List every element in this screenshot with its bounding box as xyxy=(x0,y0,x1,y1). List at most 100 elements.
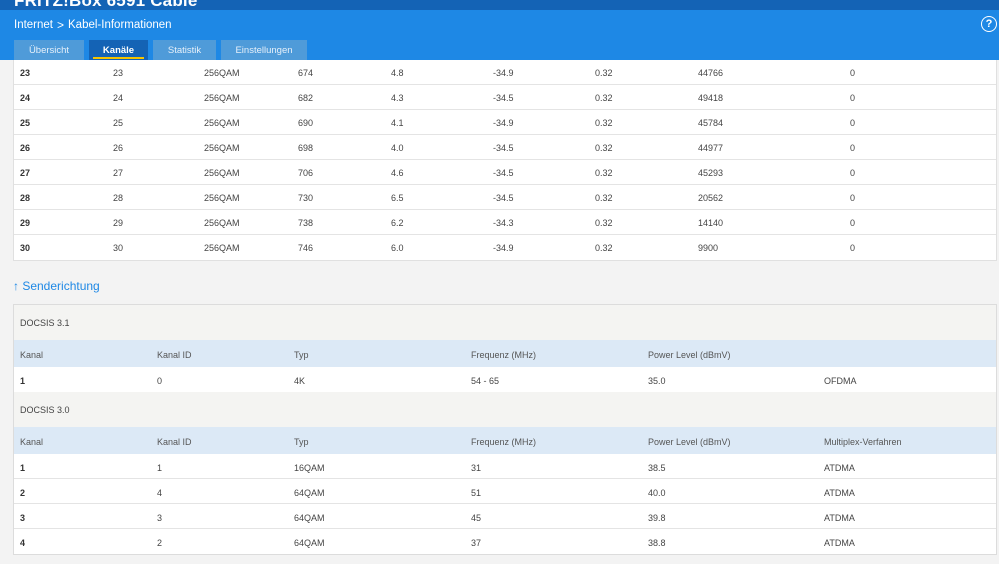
cell-frequency: 730 xyxy=(298,193,314,203)
cell-frequenz: 37 xyxy=(471,538,482,548)
cell-frequency: 746 xyxy=(298,243,314,253)
cell-frequenz: 45 xyxy=(471,513,482,523)
cell-power-level: 35.0 xyxy=(648,376,666,386)
tab-statistik[interactable]: Statistik xyxy=(153,40,216,60)
cell-uncorrected-errors: 0 xyxy=(850,93,856,103)
table-row: 24 24 256QAM 682 4.3 -34.5 0.32 49418 0 xyxy=(14,85,996,110)
cell-typ: 64QAM xyxy=(294,538,325,548)
table-row: 1 0 4K 54 - 65 35.0 OFDMA xyxy=(14,367,996,392)
cell-mse: -34.5 xyxy=(493,193,514,203)
cell-power-level: 4.0 xyxy=(391,143,404,153)
cell-corrected-errors: 44977 xyxy=(698,143,724,153)
cell-modulation: 256QAM xyxy=(204,93,240,103)
cell-mse: -34.9 xyxy=(493,118,514,128)
cell-typ: 16QAM xyxy=(294,463,325,473)
cell-corrected-errors: 49418 xyxy=(698,93,724,103)
cell-kanal-id: 26 xyxy=(113,143,124,153)
cell-frequenz: 51 xyxy=(471,488,482,498)
header-kanal-id: Kanal ID xyxy=(157,350,192,360)
cell-power-level: 4.8 xyxy=(391,68,404,78)
cell-modulation: 256QAM xyxy=(204,243,240,253)
cell-latency: 0.32 xyxy=(595,193,613,203)
cell-kanal-id: 4 xyxy=(157,488,163,498)
cell-uncorrected-errors: 0 xyxy=(850,143,856,153)
cell-kanal-id: 25 xyxy=(113,118,124,128)
cell-kanal-id: 29 xyxy=(113,218,124,228)
cell-multiplex: OFDMA xyxy=(824,376,857,386)
cell-kanal: 3 xyxy=(20,513,26,523)
cell-frequency: 706 xyxy=(298,168,314,178)
chevron-right-icon: > xyxy=(57,18,65,32)
cell-typ: 64QAM xyxy=(294,488,325,498)
cell-power-level: 4.6 xyxy=(391,168,404,178)
header-power-level: Power Level (dBmV) xyxy=(648,350,731,360)
cell-kanal: 28 xyxy=(20,193,31,203)
brand-title: FRITZ!Box 6591 Cable xyxy=(14,0,198,10)
table-header: Kanal Kanal ID Typ Frequenz (MHz) Power … xyxy=(14,340,996,367)
cell-multiplex: ATDMA xyxy=(824,488,855,498)
cell-multiplex: ATDMA xyxy=(824,538,855,548)
table-row: 25 25 256QAM 690 4.1 -34.9 0.32 45784 0 xyxy=(14,110,996,135)
cell-kanal-id: 28 xyxy=(113,193,124,203)
header-kanal: Kanal xyxy=(20,350,44,360)
tab-kanaele[interactable]: Kanäle xyxy=(89,40,148,60)
cell-mse: -34.9 xyxy=(493,68,514,78)
cell-corrected-errors: 45293 xyxy=(698,168,724,178)
breadcrumb-parent[interactable]: Internet xyxy=(14,19,53,31)
cell-power-level: 4.1 xyxy=(391,118,404,128)
cell-mse: -34.9 xyxy=(493,243,514,253)
table-row: 3 3 64QAM 45 39.8 ATDMA xyxy=(14,504,996,529)
cell-uncorrected-errors: 0 xyxy=(850,193,856,203)
cell-latency: 0.32 xyxy=(595,243,613,253)
cell-kanal: 4 xyxy=(20,538,26,548)
cell-kanal-id: 3 xyxy=(157,513,163,523)
cell-corrected-errors: 20562 xyxy=(698,193,724,203)
cell-power-level: 6.0 xyxy=(391,243,404,253)
breadcrumb-current: Kabel-Informationen xyxy=(68,19,172,31)
header-typ: Typ xyxy=(294,350,309,360)
cell-kanal-id: 23 xyxy=(113,68,124,78)
cell-kanal-id: 2 xyxy=(157,538,163,548)
cell-kanal: 26 xyxy=(20,143,31,153)
cell-mse: -34.3 xyxy=(493,218,514,228)
cell-modulation: 256QAM xyxy=(204,68,240,78)
cell-latency: 0.32 xyxy=(595,118,613,128)
table-row: 26 26 256QAM 698 4.0 -34.5 0.32 44977 0 xyxy=(14,135,996,160)
cell-power-level: 4.3 xyxy=(391,93,404,103)
cell-kanal: 1 xyxy=(20,463,26,473)
cell-corrected-errors: 45784 xyxy=(698,118,724,128)
table-row: 28 28 256QAM 730 6.5 -34.5 0.32 20562 0 xyxy=(14,185,996,210)
header-multiplex: Multiplex-Verfahren xyxy=(824,437,902,447)
breadcrumb: Internet > Kabel-Informationen xyxy=(14,18,172,32)
cell-frequency: 738 xyxy=(298,218,314,228)
cell-kanal-id: 0 xyxy=(157,376,163,386)
table-row: 27 27 256QAM 706 4.6 -34.5 0.32 45293 0 xyxy=(14,160,996,185)
tab-bar: Übersicht Kanäle Statistik Einstellungen xyxy=(14,40,307,60)
cell-power-level: 38.5 xyxy=(648,463,666,473)
tab-einstellungen[interactable]: Einstellungen xyxy=(221,40,307,60)
cell-multiplex: ATDMA xyxy=(824,513,855,523)
cell-modulation: 256QAM xyxy=(204,218,240,228)
cell-mse: -34.5 xyxy=(493,143,514,153)
cell-mse: -34.5 xyxy=(493,93,514,103)
header-power-level: Power Level (dBmV) xyxy=(648,437,731,447)
top-brand-bar: FRITZ!Box 6591 Cable xyxy=(0,0,999,10)
tab-uebersicht[interactable]: Übersicht xyxy=(14,40,84,60)
cell-power-level: 40.0 xyxy=(648,488,666,498)
help-icon[interactable]: ? xyxy=(981,16,997,32)
cell-uncorrected-errors: 0 xyxy=(850,218,856,228)
cell-power-level: 6.5 xyxy=(391,193,404,203)
header-kanal: Kanal xyxy=(20,437,44,447)
cell-power-level: 38.8 xyxy=(648,538,666,548)
downstream-table: 23 23 256QAM 674 4.8 -34.9 0.32 44766 0 … xyxy=(13,60,997,261)
cell-kanal: 2 xyxy=(20,488,26,498)
cell-latency: 0.32 xyxy=(595,93,613,103)
cell-uncorrected-errors: 0 xyxy=(850,118,856,128)
cell-uncorrected-errors: 0 xyxy=(850,243,856,253)
cell-kanal: 29 xyxy=(20,218,31,228)
cell-uncorrected-errors: 0 xyxy=(850,168,856,178)
table-row: 1 1 16QAM 31 38.5 ATDMA xyxy=(14,454,996,479)
cell-kanal: 30 xyxy=(20,243,31,253)
cell-latency: 0.32 xyxy=(595,68,613,78)
page-header: Internet > Kabel-Informationen ? Übersic… xyxy=(0,10,999,60)
